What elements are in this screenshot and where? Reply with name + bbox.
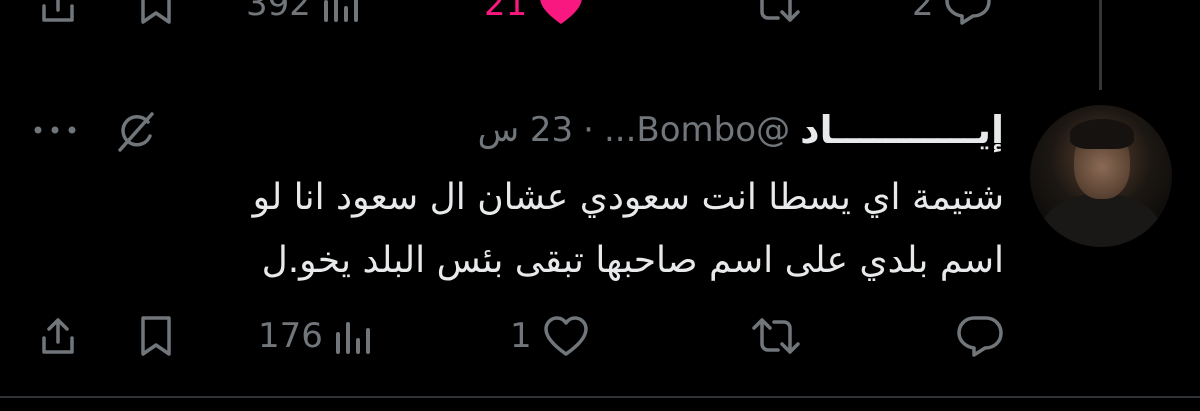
separator-dot: · [583,110,594,150]
tweet-text-line: شتيمة اي يسطا انت سعودي عشان ال سعود انا… [252,177,1004,218]
share-icon [42,0,74,22]
views-count: 176 [258,316,323,356]
bookmark-icon [141,316,171,356]
divider [0,396,1200,398]
like-button[interactable]: 1 [510,314,590,358]
tweet-text: شتيمة اي يسطا انت سعودي عشان ال سعود انا… [104,166,1004,292]
more-options-button[interactable] [32,112,78,152]
views-count: 392 [246,0,311,24]
reply-button[interactable]: 2 [912,0,992,26]
heart-icon [543,316,588,356]
reply-button[interactable] [956,314,1004,358]
views-icon [323,0,358,22]
grok-button[interactable] [112,108,160,160]
like-count: 1 [510,316,532,356]
tweet-header: إيـــــــــــاد @Bombo... · 23 س [478,100,1004,160]
share-icon [42,318,74,354]
heart-filled-icon [540,0,582,24]
display-name[interactable]: إيـــــــــــاد [800,108,1004,152]
bookmark-icon [141,0,171,24]
tweet-time[interactable]: 23 س [478,110,574,150]
thread-connector-line [1099,0,1102,90]
share-button[interactable] [36,0,80,26]
bookmark-button[interactable] [136,314,176,358]
views-icon [335,322,370,354]
repost-button[interactable] [750,0,802,26]
repost-icon [752,318,800,354]
grok-icon [118,112,154,152]
repost-icon [760,0,800,22]
views-button[interactable]: 392 [246,0,361,26]
tweet-text-line: اسم بلدي على اسم صاحبها تبقى بئس البلد ي… [261,240,1004,281]
repost-button[interactable] [750,314,802,358]
more-icon [34,126,76,134]
user-handle[interactable]: @Bombo... [604,110,790,150]
tweet-action-bar: 176 1 [0,306,1200,366]
reply-count: 2 [912,0,934,24]
previous-tweet-action-bar: 392 21 2 [0,0,1200,30]
like-button[interactable]: 21 [484,0,585,26]
avatar[interactable] [1030,105,1172,247]
reply-icon [957,316,1003,357]
share-button[interactable] [36,314,80,358]
like-count: 21 [484,0,528,24]
bookmark-button[interactable] [136,0,176,26]
reply-icon [944,0,991,25]
views-button[interactable]: 176 [258,314,373,358]
